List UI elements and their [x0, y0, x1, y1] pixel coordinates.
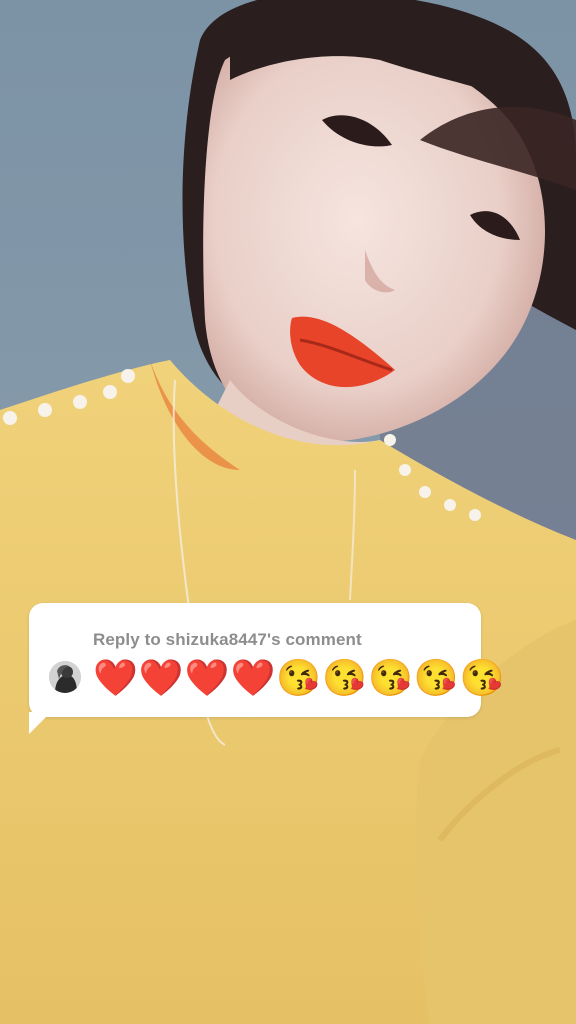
reply-comment-card[interactable]: Reply to shizuka8447's comment ❤️❤️❤️❤️😘…: [29, 603, 504, 717]
user-avatar-icon[interactable]: [49, 661, 81, 693]
video-frame-image: [0, 0, 576, 1024]
video-frame: [0, 0, 576, 1024]
reply-card-tail: [29, 712, 51, 734]
reply-header: Reply to shizuka8447's comment: [93, 630, 362, 649]
reply-comment-text: ❤️❤️❤️❤️😘😘😘😘😘: [93, 657, 506, 698]
